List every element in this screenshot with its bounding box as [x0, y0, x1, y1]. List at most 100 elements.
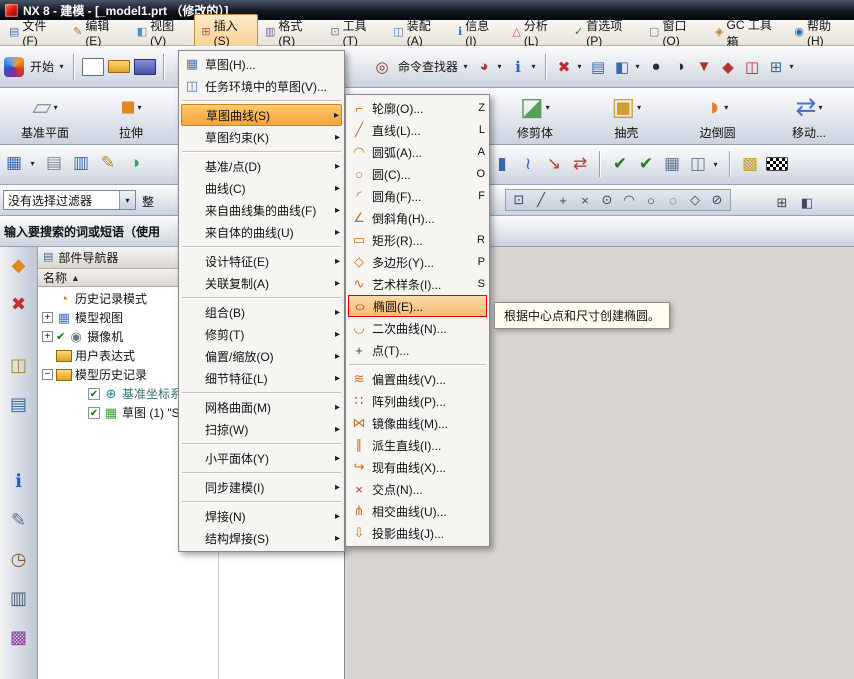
table-icon[interactable]: ▦ [662, 152, 682, 176]
assembly-constraints-icon[interactable]: ◫ [742, 55, 762, 79]
checkbox-icon[interactable]: ✔ [56, 330, 65, 343]
snap-midpoint-icon[interactable]: + [553, 188, 573, 212]
roles-icon[interactable]: ◆ [6, 253, 32, 277]
constraint-navigator-icon[interactable]: ✖ [6, 292, 32, 316]
layer-settings-icon[interactable]: ▤ [588, 55, 608, 79]
assembly-navigator-icon[interactable]: ◫ [6, 353, 32, 377]
selection-filter-combobox[interactable]: 没有选择过滤器 ▾ [3, 190, 136, 210]
feature-dropdown-caret[interactable]: ▾ [54, 103, 58, 112]
reset-filter-icon[interactable]: ✖ [554, 55, 574, 79]
sort-ascending-icon[interactable]: ▲ [71, 273, 80, 283]
snap-tangent-icon[interactable]: ⊘ [707, 188, 727, 212]
menu-item-curve-from-curves[interactable]: 来自曲线集的曲线(F) ▸ [181, 199, 342, 221]
new-file-button[interactable] [82, 57, 105, 76]
edge-blend-button[interactable]: ◗ ▾ 边倒圆 [675, 90, 761, 141]
start-caret[interactable]: ▾ [57, 55, 66, 79]
layers-icon[interactable]: ▤ [44, 151, 64, 175]
menu-item-mesh-surface[interactable]: 网格曲面(M) ▸ [181, 396, 342, 418]
books-icon[interactable]: ▥ [71, 151, 91, 175]
checkered-flag-icon[interactable] [766, 157, 788, 171]
open-file-button[interactable] [108, 60, 131, 73]
submenu-item-mirror-curve[interactable]: ⋈ 镜像曲线(M)... [348, 412, 487, 434]
menu-item-sketch-constraint[interactable]: 草图约束(K) ▸ [181, 126, 342, 148]
submenu-item-rectangle[interactable]: ▭ 矩形(R)... R [348, 229, 487, 251]
shaded-display-icon[interactable]: ● [646, 55, 666, 79]
menu-item-sweep[interactable]: 扫掠(W) ▸ [181, 418, 342, 440]
pen-icon[interactable]: ✎ [98, 151, 118, 175]
grid-icon[interactable]: ▩ [740, 152, 760, 176]
window-layout-icon[interactable]: ◫ [688, 152, 708, 176]
menu-item-datum-point[interactable]: 基准/点(D) ▸ [181, 155, 342, 177]
check-all-icon[interactable]: ✔ [636, 152, 656, 176]
boss-icon[interactable]: ▮ [492, 152, 512, 176]
snap-enable-icon[interactable]: ⊡ [509, 188, 529, 212]
process-studio-icon[interactable]: ▥ [6, 586, 32, 610]
spring-icon[interactable]: ≀ [518, 152, 538, 176]
extrude-button[interactable]: ■ ▾ 拉伸 [88, 90, 174, 141]
start-label[interactable]: 开始 [28, 55, 56, 79]
reset-filter-caret[interactable]: ▾ [575, 55, 584, 79]
material-cube-icon[interactable]: ◆ [718, 55, 738, 79]
sketch-dropdown-caret[interactable]: ▾ [28, 151, 37, 175]
arrows-icon[interactable]: ⇄ [570, 152, 590, 176]
submenu-item-point[interactable]: + 点(T)... [348, 339, 487, 361]
submenu-item-ellipse[interactable]: ○ 椭圆(E)... [348, 295, 487, 317]
menu-item-curve[interactable]: 曲线(C) ▸ [181, 177, 342, 199]
submenu-item-line[interactable]: ╱ 直线(L)... L [348, 119, 487, 141]
view-cube-icon[interactable]: ◧ [612, 55, 632, 79]
snap-intersection-icon[interactable]: × [575, 188, 595, 212]
submenu-item-chamfer[interactable]: ∠ 倒斜角(H)... [348, 207, 487, 229]
checkbox-icon[interactable]: ✔ [88, 387, 100, 400]
menu-item-combine[interactable]: 组合(B) ▸ [181, 301, 342, 323]
feature-dropdown-caret[interactable]: ▾ [818, 103, 822, 112]
menu-item-associative-copy[interactable]: 关联复制(A) ▸ [181, 272, 342, 294]
expand-toggle-icon[interactable]: + [42, 331, 53, 342]
menu-item-structure-weld[interactable]: 结构焊接(S) ▸ [181, 527, 342, 549]
command-finder-icon[interactable]: ◎ [372, 55, 392, 79]
menu-item-sketch-in-task[interactable]: ◫ 任务环境中的草图(V)... [181, 75, 342, 97]
measure-icon[interactable]: ↘ [544, 152, 564, 176]
menu-item-synchronous-modeling[interactable]: 同步建模(I) ▸ [181, 476, 342, 498]
history-palette-icon[interactable]: ◷ [6, 547, 32, 571]
feature-dropdown-caret[interactable]: ▾ [637, 103, 641, 112]
snap-point-on-surface-icon[interactable]: ◇ [685, 188, 705, 212]
submenu-item-studio-spline[interactable]: ∿ 艺术样条(I)... S [348, 273, 487, 295]
snap-existing-point-icon[interactable]: ○ [641, 188, 661, 212]
menu-item-weld[interactable]: 焊接(N) ▸ [181, 505, 342, 527]
view-cube-caret[interactable]: ▾ [633, 55, 642, 79]
feature-dropdown-caret[interactable]: ▾ [546, 103, 550, 112]
part-navigator-icon[interactable]: ▤ [6, 392, 32, 416]
submenu-item-conic[interactable]: ◡ 二次曲线(N)... [348, 317, 487, 339]
combobox-caret-icon[interactable]: ▾ [119, 191, 135, 209]
hd3d-tools-icon[interactable]: ℹ [6, 469, 32, 493]
save-button[interactable] [134, 58, 157, 75]
direct-sketch-icon[interactable]: ▦ [4, 151, 24, 175]
submenu-item-circle[interactable]: ○ 圆(C)... O [348, 163, 487, 185]
snap-settings-icon[interactable]: ⊞ [772, 191, 792, 215]
command-finder-label[interactable]: 命令查找器 [396, 55, 460, 79]
render-style-icon[interactable]: ◑ [670, 55, 690, 79]
feature-dropdown-caret[interactable]: ▾ [138, 103, 142, 112]
menu-item-curve-from-bodies[interactable]: 来自体的曲线(U) ▸ [181, 221, 342, 243]
menu-item-trim[interactable]: 修剪(T) ▸ [181, 323, 342, 345]
start-icon[interactable] [4, 56, 24, 77]
submenu-item-profile[interactable]: ⌐ 轮廓(O)... Z [348, 97, 487, 119]
snap-arc-center-icon[interactable]: ⊙ [597, 188, 617, 212]
snap-more-icon[interactable]: ◧ [797, 191, 817, 215]
expand-toggle-icon[interactable] [42, 293, 53, 304]
material-goblet-icon[interactable]: ▼ [694, 55, 714, 79]
move-object-button[interactable]: ⇄ ▾ 移动... [766, 90, 852, 141]
menu-item-facet-body[interactable]: 小平面体(Y) ▸ [181, 447, 342, 469]
datum-plane-button[interactable]: ▱ ▾ 基准平面 [2, 90, 88, 141]
checkbox-icon[interactable]: ✔ [88, 406, 100, 419]
notes-icon[interactable]: ✎ [6, 508, 32, 532]
selection-ball-icon[interactable]: ◕ [474, 55, 494, 79]
modeling-tools-caret[interactable]: ▾ [787, 55, 796, 79]
expand-toggle-icon[interactable]: + [42, 312, 53, 323]
expand-toggle-icon[interactable]: − [42, 369, 53, 380]
snap-quadrant-icon[interactable]: ◠ [619, 188, 639, 212]
expand-toggle-icon[interactable] [74, 388, 85, 399]
submenu-item-intersection-point[interactable]: × 交点(N)... [348, 478, 487, 500]
menu-item-offset-scale[interactable]: 偏置/缩放(O) ▸ [181, 345, 342, 367]
layout-caret[interactable]: ▾ [711, 152, 720, 176]
